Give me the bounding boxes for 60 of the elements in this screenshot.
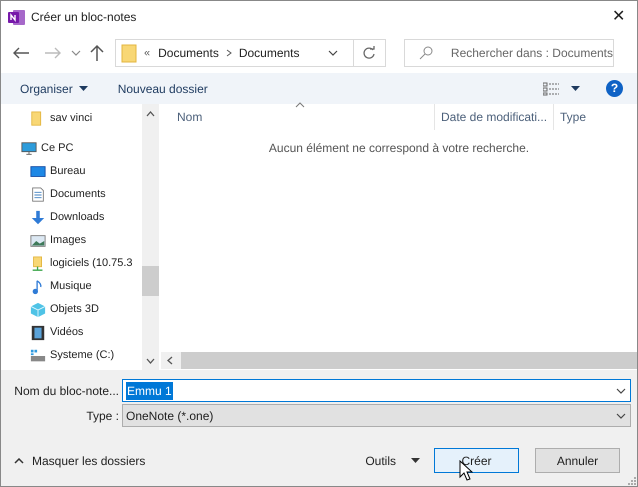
sidebar-item[interactable]: Documents — [1, 183, 142, 206]
image-icon — [30, 232, 46, 248]
sidebar-item[interactable]: Systeme (C:) — [1, 344, 142, 367]
document-icon — [30, 186, 46, 202]
film-icon — [30, 324, 46, 340]
back-arrow-icon[interactable] — [11, 45, 31, 61]
create-button[interactable]: Créer — [434, 448, 519, 473]
sidebar-item[interactable]: Bureau — [1, 160, 142, 183]
tools-button[interactable]: Outils — [365, 452, 420, 470]
download-arrow-icon — [30, 210, 46, 226]
name-field[interactable]: Emmu 1 — [122, 379, 631, 402]
chevron-right-icon — [224, 48, 233, 58]
sidebar-item[interactable]: Images — [1, 229, 142, 252]
column-header[interactable]: Nom — [161, 104, 434, 130]
sidebar-item[interactable]: Objets 3D — [1, 298, 142, 321]
search-placeholder: Rechercher dans : Documents — [450, 45, 613, 62]
sidebar-item[interactable]: Vidéos — [1, 321, 142, 344]
computer-icon — [21, 140, 37, 156]
drive-icon — [30, 348, 46, 364]
sidebar-item[interactable]: sav vinci — [1, 107, 142, 130]
hide-folders-button[interactable]: Masquer les dossiers — [14, 452, 146, 470]
field-label: Nom du bloc-note... — [13, 382, 120, 400]
folder-icon — [121, 43, 137, 63]
overflow-chevron[interactable]: « — [144, 44, 150, 62]
scroll-down-icon[interactable] — [146, 358, 155, 364]
sidebar-item[interactable]: Ce PC — [1, 137, 142, 160]
resize-grip-icon[interactable] — [626, 475, 636, 485]
search-icon — [418, 46, 433, 60]
organize-button[interactable]: Organiser — [20, 80, 88, 98]
search-field[interactable]: Rechercher dans : Documents — [404, 39, 614, 67]
caret-icon — [78, 86, 88, 92]
vertical-scrollbar[interactable] — [142, 104, 159, 370]
desktop-icon — [30, 164, 46, 180]
sidebar-item[interactable]: logiciels (10.75.3 — [1, 252, 142, 275]
breadcrumb[interactable]: Documents — [158, 44, 219, 62]
cube-icon — [30, 302, 46, 318]
refresh-icon[interactable] — [362, 46, 376, 60]
cancel-button[interactable]: Annuler — [535, 448, 620, 473]
caret-icon[interactable] — [571, 86, 580, 92]
chevron-up-icon — [14, 458, 24, 464]
type-dropdown[interactable]: OneNote (*.one) — [122, 404, 631, 427]
field-label: Type : — [85, 408, 120, 424]
up-arrow-icon[interactable] — [89, 44, 105, 62]
new-folder-button[interactable]: Nouveau dossier — [118, 80, 208, 98]
sidebar-item[interactable]: Musique — [1, 275, 142, 298]
close-button[interactable]: ✕ — [608, 9, 629, 25]
help-button[interactable]: ? — [606, 80, 623, 97]
scroll-left-icon[interactable] — [167, 356, 173, 365]
column-header[interactable]: Type — [553, 104, 637, 130]
view-details-icon[interactable] — [543, 82, 559, 96]
scroll-up-icon[interactable] — [146, 111, 155, 117]
window-title: Créer un bloc-notes — [31, 9, 136, 26]
address-bar[interactable]: « Documents Documents — [115, 39, 386, 67]
breadcrumb[interactable]: Documents — [238, 44, 300, 62]
column-header[interactable]: Date de modificati... — [434, 104, 553, 130]
empty-message: Aucun élément ne correspond à votre recherche. — [268, 140, 530, 157]
sidebar-item[interactable]: Downloads — [1, 206, 142, 229]
caret-icon — [411, 458, 420, 464]
scrollbar-thumb[interactable] — [142, 266, 159, 296]
onenote-icon — [8, 8, 25, 26]
